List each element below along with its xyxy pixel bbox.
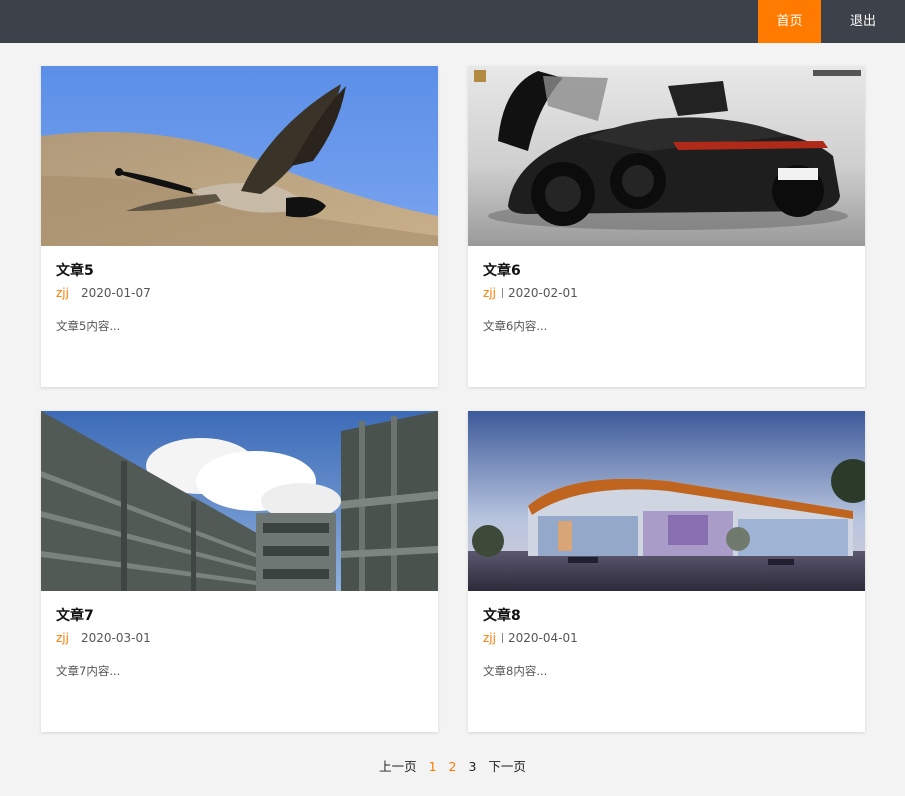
- card-author[interactable]: zjj: [56, 286, 69, 300]
- card-author[interactable]: zjj: [483, 631, 496, 645]
- article-card[interactable]: 文章8 zjj 2020-04-01 文章8内容...: [468, 411, 865, 732]
- page-2-link[interactable]: 2: [449, 759, 457, 774]
- card-title[interactable]: 文章5: [56, 260, 94, 280]
- card-excerpt: 文章5内容...: [56, 319, 121, 333]
- card-excerpt: 文章7内容...: [56, 664, 121, 678]
- page-3-link[interactable]: 3: [468, 759, 476, 774]
- card-date: 2020-02-01: [507, 286, 578, 300]
- top-navbar: 首页 退出: [0, 0, 905, 43]
- card-meta: zjj 2020-03-01: [56, 631, 151, 645]
- nav-home-link[interactable]: 首页: [758, 0, 821, 43]
- card-excerpt: 文章6内容...: [483, 319, 548, 333]
- page-1-link[interactable]: 1: [429, 759, 437, 774]
- meta-divider: [501, 288, 503, 298]
- nav-menu: 首页 退出: [758, 0, 905, 43]
- card-meta: zjj 2020-04-01: [483, 631, 578, 645]
- goose-photo[interactable]: [41, 66, 438, 246]
- card-meta: zjj 2020-01-07: [56, 286, 151, 300]
- card-author[interactable]: zjj: [483, 286, 496, 300]
- card-date: 2020-03-01: [80, 631, 151, 645]
- meta-divider: [501, 633, 503, 643]
- card-title[interactable]: 文章6: [483, 260, 521, 280]
- card-title[interactable]: 文章8: [483, 605, 521, 625]
- article-card[interactable]: 文章6 zjj 2020-02-01 文章6内容...: [468, 66, 865, 387]
- card-date: 2020-01-07: [80, 286, 151, 300]
- prev-page-link[interactable]: 上一页: [379, 756, 417, 775]
- next-page-link[interactable]: 下一页: [488, 756, 526, 775]
- nav-logout-link[interactable]: 退出: [821, 0, 905, 43]
- building-photo[interactable]: [41, 411, 438, 591]
- card-meta: zjj 2020-02-01: [483, 286, 578, 300]
- card-excerpt: 文章8内容...: [483, 664, 548, 678]
- mall-rendering-photo[interactable]: [468, 411, 865, 591]
- article-card[interactable]: 文章5 zjj 2020-01-07 文章5内容...: [41, 66, 438, 387]
- card-author[interactable]: zjj: [56, 631, 69, 645]
- sports-car-photo[interactable]: [468, 66, 865, 246]
- article-card[interactable]: 文章7 zjj 2020-03-01 文章7内容...: [41, 411, 438, 732]
- pagination: 上一页 1 2 3 下一页: [0, 756, 905, 775]
- card-title[interactable]: 文章7: [56, 605, 94, 625]
- meta-divider: [75, 288, 76, 298]
- meta-divider: [75, 633, 76, 643]
- card-date: 2020-04-01: [507, 631, 578, 645]
